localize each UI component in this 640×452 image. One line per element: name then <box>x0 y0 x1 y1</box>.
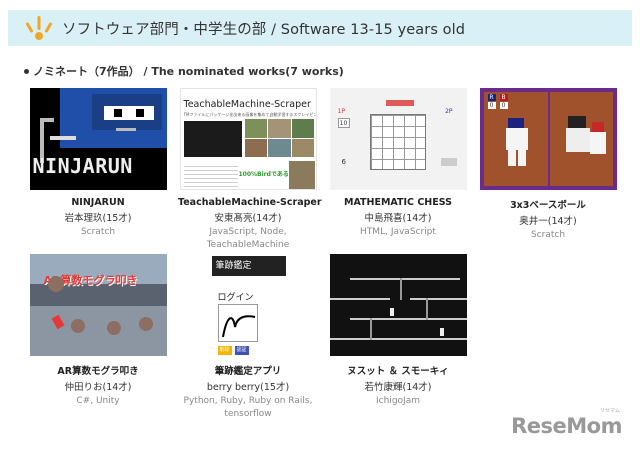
work-card-3x3-baseball[interactable]: R B 0 0 3x3ベースボール 奥井一(14才) Scratch <box>478 88 618 242</box>
logo-ruby: リセマム <box>599 408 620 414</box>
work-card-mathematic-chess[interactable]: 1P 2P 10 6 MATHEMATIC CHESS 中島飛喜(14才) HT… <box>328 88 468 239</box>
work-tech: JavaScript, Node, TeachableMachine <box>206 227 290 250</box>
work-thumbnail[interactable]: AR算数モグラ叩き <box>29 254 167 356</box>
work-title: TeachableMachine-Scraper <box>178 197 322 208</box>
work-thumbnail[interactable]: 1P 2P 10 6 <box>329 88 467 190</box>
work-title: MATHEMATIC CHESS <box>343 197 453 208</box>
work-card-teachablemachine-scraper[interactable]: TeachableMachine-Scraper TMファイルにパッケージ化出来… <box>178 88 322 252</box>
work-author: 奥井一(14才) <box>519 216 577 227</box>
thumb-canvas <box>217 304 258 342</box>
thumb-top-banner <box>385 100 414 106</box>
work-tech: HTML, JavaScript <box>360 227 436 237</box>
resemom-logo: ReseMom <box>511 414 622 438</box>
work-thumbnail[interactable]: NINJARUN <box>29 88 167 190</box>
work-thumbnail[interactable] <box>329 254 467 356</box>
thumb-title: NINJARUN <box>32 154 133 178</box>
work-thumbnail[interactable]: TeachableMachine-Scraper TMファイルにパッケージ化出来… <box>179 88 317 190</box>
work-author: 安東髙亮(14才) <box>214 213 282 224</box>
page-title: ソフトウェア部門・中学生の部 / Software 13-15 years ol… <box>62 21 466 38</box>
work-title: NINJARUN <box>71 197 125 208</box>
thumb-subtitle: TMファイルにパッケージ化出来る画像を集めて自動学習するスクレイピングツール <box>183 112 316 117</box>
work-author: 若竹康輝(14才) <box>364 382 432 393</box>
work-title: AR算数モグラ叩き <box>57 366 139 377</box>
work-tech: Python, Ruby, Ruby on Rails, tensorflow <box>183 396 313 419</box>
sparkle-icon <box>22 10 56 46</box>
work-thumbnail[interactable]: 筆跡鑑定 ログイン 削除 認証 <box>179 254 317 356</box>
thumb-players <box>505 116 606 166</box>
work-card-handwriting-app[interactable]: 筆跡鑑定 ログイン 削除 認証 筆跡鑑定アプリ berry berry(15才)… <box>178 254 318 421</box>
work-tech: Scratch <box>80 227 116 237</box>
work-tech: IchigoJam <box>376 396 420 406</box>
thumb-game-screen <box>329 254 467 356</box>
section-heading-text: ノミネート（7作品） / The nominated works(7 works… <box>33 65 344 78</box>
thumb-moles <box>47 276 153 335</box>
thumb-player-one: 1P <box>337 108 345 115</box>
thumb-terminal <box>183 121 242 157</box>
thumb-board <box>369 114 426 170</box>
thumb-number-box: 10 <box>337 118 350 128</box>
thumb-login-label: ログイン <box>217 293 254 303</box>
work-tech: Scratch <box>530 230 566 240</box>
thumb-file-list <box>183 163 238 187</box>
thumb-delete-button: 削除 <box>217 346 232 355</box>
work-title: ヌスット ＆ スモーキィ <box>347 366 449 377</box>
thumb-side-number: 6 <box>341 158 346 166</box>
thumb-player-two: 2P <box>445 108 453 115</box>
work-author: 中島飛喜(14才) <box>364 213 432 224</box>
work-card-ninjarun[interactable]: NINJARUN NINJARUN 岩本理玖(15才) Scratch <box>28 88 168 239</box>
thumb-side-panel <box>440 158 457 166</box>
thumb-bird-photo <box>288 161 315 189</box>
work-title: 3x3ベースボール <box>510 200 586 211</box>
work-author: 仲田りお(14才) <box>64 382 132 393</box>
work-card-ar-mole[interactable]: AR算数モグラ叩き AR算数モグラ叩き 仲田りお(14才) C#, Unity <box>28 254 168 408</box>
bullet-icon <box>24 68 29 74</box>
work-card-nusutto-smokey[interactable]: ヌスット ＆ スモーキィ 若竹康輝(14才) IchigoJam <box>328 254 468 408</box>
section-heading: ノミネート（7作品） / The nominated works(7 works… <box>24 63 344 79</box>
thumb-photo-grid <box>244 119 315 157</box>
work-thumbnail[interactable]: R B 0 0 <box>479 88 617 190</box>
work-author: berry berry(15才) <box>206 382 290 393</box>
work-author: 岩本理玖(15才) <box>64 213 132 224</box>
thumb-title: TeachableMachine-Scraper <box>183 99 311 110</box>
work-title: 筆跡鑑定アプリ <box>214 366 282 377</box>
thumb-banner: 筆跡鑑定 <box>211 256 286 276</box>
page-header: ソフトウェア部門・中学生の部 / Software 13-15 years ol… <box>8 10 632 46</box>
work-tech: C#, Unity <box>76 396 120 406</box>
thumb-auth-button: 認証 <box>234 346 249 355</box>
